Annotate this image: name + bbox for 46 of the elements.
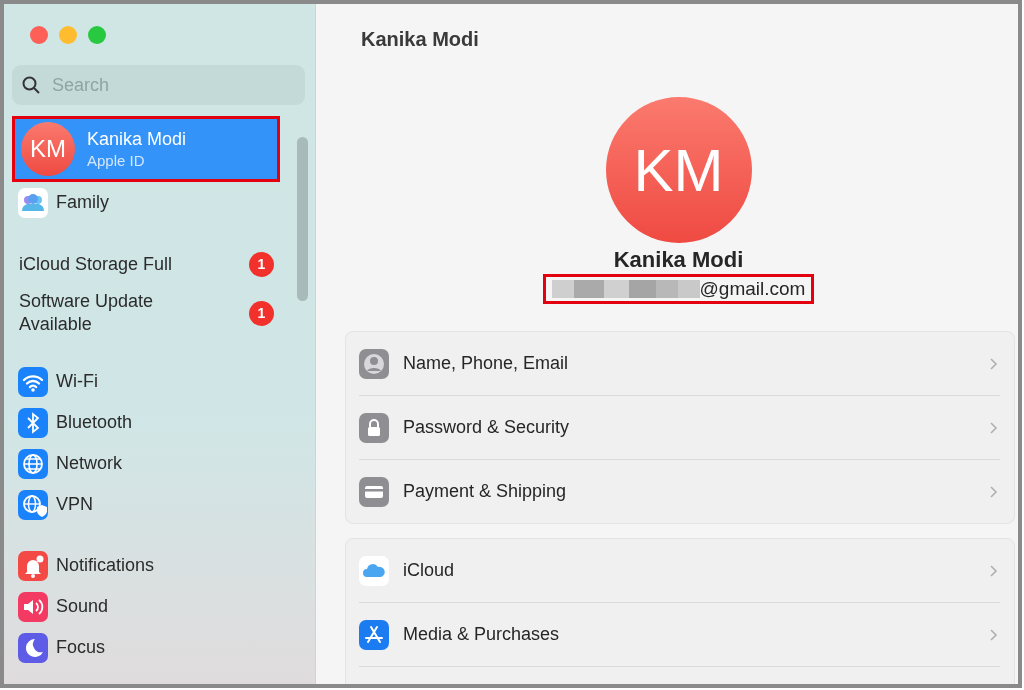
- sidebar-item[interactable]: VPN: [8, 484, 280, 525]
- sidebar-item[interactable]: iCloud Storage Full 1: [8, 243, 280, 285]
- email-address: @gmail.com: [542, 274, 815, 304]
- wifi-icon: [18, 366, 48, 397]
- zoom-button[interactable]: [88, 26, 106, 44]
- sidebar-item[interactable]: Wi-Fi: [8, 361, 280, 402]
- lock-icon: [359, 412, 389, 443]
- globe-icon: [18, 448, 48, 479]
- scrollbar[interactable]: [297, 137, 308, 301]
- sidebar-item[interactable]: Sound: [8, 586, 280, 627]
- close-button[interactable]: [30, 26, 48, 44]
- settings-row[interactable]: iCloud: [359, 539, 1000, 603]
- sidebar-item[interactable]: Focus: [8, 627, 280, 668]
- settings-row[interactable]: Payment & Shipping: [359, 460, 1000, 523]
- chevron-icon: [990, 628, 998, 641]
- window-title: Kanika Modi: [360, 27, 480, 52]
- globe-shield-icon: [18, 489, 48, 520]
- minimize-button[interactable]: [59, 26, 77, 44]
- settings-row[interactable]: Media & Purchases: [359, 603, 1000, 667]
- sidebar-item[interactable]: Software Update Available 1: [8, 285, 280, 341]
- family-icon: [18, 187, 48, 218]
- account-name: Kanika Modi: [87, 129, 187, 150]
- bell-icon: [18, 550, 48, 581]
- chevron-icon: [990, 564, 998, 577]
- avatar: KM: [605, 97, 752, 243]
- chevron-icon: [990, 485, 998, 498]
- chevron-icon: [990, 357, 998, 370]
- sidebar-item[interactable]: Network: [8, 443, 280, 484]
- bluetooth-icon: [18, 407, 48, 438]
- sidebar-item[interactable]: Family: [8, 182, 280, 223]
- app-store-icon: [359, 619, 389, 650]
- chevron-icon: [990, 421, 998, 434]
- notification-badge: 1: [249, 251, 274, 277]
- sidebar-item[interactable]: Bluetooth: [8, 402, 280, 443]
- card-icon: [359, 476, 389, 507]
- cloud-icon: [359, 555, 389, 586]
- account-name: Kanika Modi: [613, 247, 744, 273]
- avatar: KM: [21, 122, 75, 176]
- notification-badge: 1: [249, 300, 274, 326]
- sidebar-item[interactable]: Notifications: [8, 545, 280, 586]
- settings-row[interactable]: Name, Phone, Email: [359, 332, 1000, 396]
- speaker-icon: [18, 591, 48, 622]
- person-icon: [359, 348, 389, 379]
- moon-icon: [18, 632, 48, 663]
- settings-row[interactable]: Password & Security: [359, 396, 1000, 460]
- account-subtitle: Apple ID: [87, 152, 146, 169]
